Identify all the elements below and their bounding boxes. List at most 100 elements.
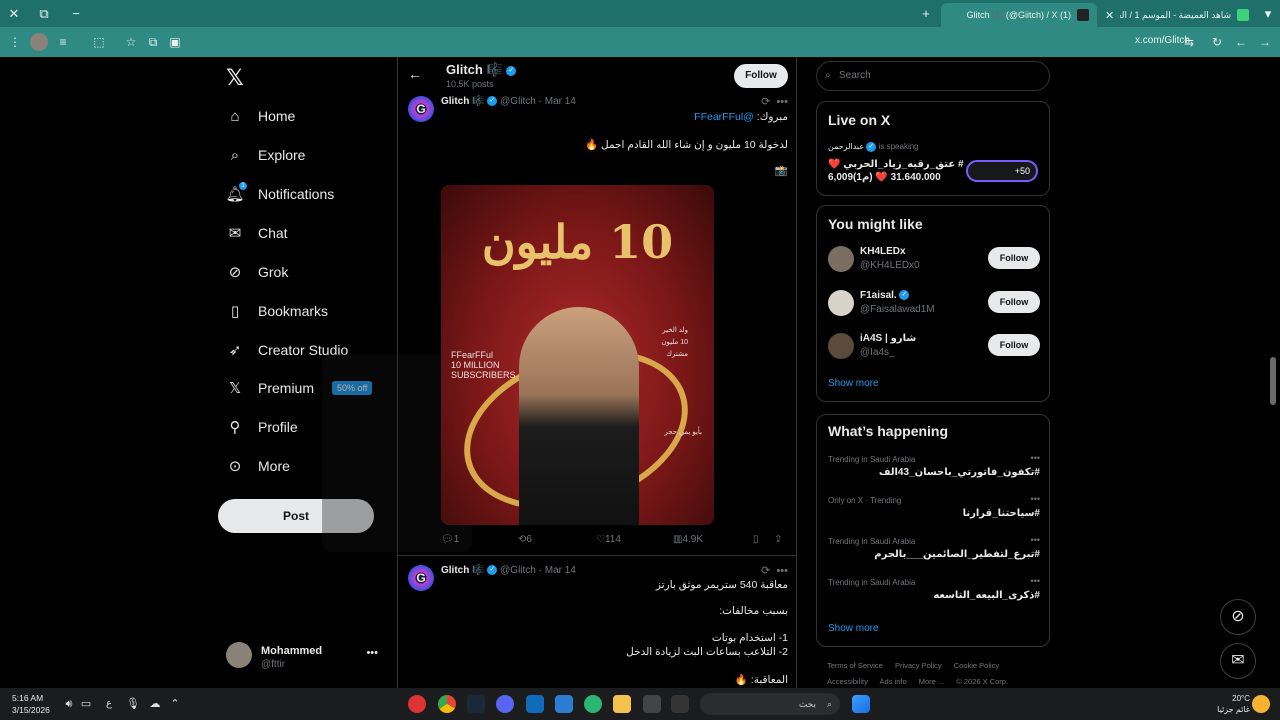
trend-item[interactable]: Only on X · Trending ••• #سياحتنا_قرارنا <box>828 494 1040 530</box>
network-icon[interactable]: ▭ <box>77 695 95 713</box>
more-options-icon[interactable]: ••• <box>1031 576 1040 586</box>
live-host[interactable]: is speaking ✓ عبدالرحمن <box>828 142 919 152</box>
tweet-author-name[interactable]: Glitch 🎼 <box>441 96 485 107</box>
close-tab-icon[interactable]: ✕ <box>1105 9 1114 22</box>
tweet[interactable]: G Glitch 🎼 ✓ @Glitch · Mar 14 ⟳ ••• مبرو… <box>398 94 796 556</box>
scrollbar[interactable] <box>1270 57 1276 688</box>
avatar[interactable]: G <box>408 565 434 591</box>
restore-window-icon[interactable]: ⧉ <box>34 4 54 24</box>
footer-link[interactable]: Cookie Policy <box>954 661 999 670</box>
avatar[interactable]: G <box>408 96 434 122</box>
grok-explain-icon[interactable]: ⟳ <box>761 96 770 108</box>
like-button[interactable]: ♡ 114 <box>596 534 621 545</box>
nav-more[interactable]: ⊙ More <box>226 451 290 481</box>
suggested-user[interactable]: KH4LEDx @KH4LEDx0 Follow <box>828 244 1040 274</box>
tweet-date[interactable]: Mar 14 <box>545 565 576 576</box>
volume-icon[interactable]: 🔊︎ <box>60 695 78 713</box>
follow-button[interactable]: Follow <box>734 64 788 88</box>
cloud-sync-icon[interactable]: ☁ <box>146 695 164 713</box>
windows-start-icon[interactable] <box>852 695 870 713</box>
footer-link[interactable]: Ads info <box>880 677 907 686</box>
favorite-star-icon[interactable]: ☆ <box>122 33 140 51</box>
extensions-icon[interactable]: ⬚ <box>90 33 108 51</box>
views-button[interactable]: ▥ 4.9K <box>673 534 703 545</box>
menu-icon[interactable]: ⋮ <box>6 33 24 51</box>
nav-home[interactable]: ⌂ Home <box>226 101 295 131</box>
more-options-icon[interactable]: ••• <box>776 565 788 577</box>
collections-icon[interactable]: ⧉ <box>144 33 162 51</box>
repost-button[interactable]: ⟲ 6 <box>518 534 532 545</box>
weather-widget[interactable]: 20°C غائم جزئيا <box>1217 693 1250 715</box>
forward-icon[interactable]: → <box>1256 33 1274 51</box>
tab-list-icon[interactable]: ▾ <box>1258 4 1278 24</box>
messages-fab-icon[interactable]: ✉ <box>1220 643 1256 679</box>
file-explorer-icon[interactable] <box>613 695 631 713</box>
split-screen-icon[interactable]: ▣ <box>166 33 184 51</box>
tweet-author-handle[interactable]: @Glitch <box>500 96 536 107</box>
store-icon[interactable] <box>555 695 573 713</box>
tab-glitch[interactable]: (1) Glitch 🎼 (@Giitch) / X <box>941 3 1097 27</box>
follow-button[interactable]: Follow <box>988 334 1040 356</box>
nav-chat[interactable]: ✉ Chat <box>226 218 288 248</box>
nav-grok[interactable]: ⊘ Grok <box>226 257 289 287</box>
more-options-icon[interactable]: ••• <box>366 647 378 659</box>
chrome-icon[interactable] <box>438 695 456 713</box>
suggested-user[interactable]: F1aisal. ✓ @Faisalawad1M Follow <box>828 288 1040 318</box>
nav-profile[interactable]: ⚲ Profile <box>226 412 298 442</box>
footer-link[interactable]: Accessibility <box>827 677 868 686</box>
profile-avatar-icon[interactable] <box>30 33 48 51</box>
app-icon[interactable] <box>408 695 426 713</box>
share-icon[interactable]: ⇪ <box>774 534 782 545</box>
back-arrow-icon[interactable]: ← <box>408 66 422 82</box>
tweet-date[interactable]: Mar 14 <box>545 96 576 107</box>
nav-notifications[interactable]: 🔔︎ 1 Notifications <box>225 179 334 209</box>
follow-button[interactable]: Follow <box>988 247 1040 269</box>
mention-link[interactable]: @FFearFFul <box>694 111 754 123</box>
tweet-media-image[interactable]: 10 مليون FFearFFul 10 MILLION SUBSCRIBER… <box>441 185 714 525</box>
trend-item[interactable]: Trending in Saudi Arabia ••• #تكفون_فاتو… <box>828 453 1040 489</box>
language-indicator[interactable]: ع <box>100 695 118 713</box>
tweet[interactable]: G Glitch 🎼 ✓ @Glitch · Mar 14 ⟳ ••• معاق… <box>398 563 796 688</box>
grok-fab-icon[interactable]: ⊘ <box>1220 599 1256 635</box>
x-logo-icon[interactable]: 𝕏 <box>226 65 244 91</box>
grok-explain-icon[interactable]: ⟳ <box>761 565 770 577</box>
terminal-icon[interactable] <box>671 695 689 713</box>
close-window-icon[interactable]: ✕ <box>4 4 24 24</box>
show-more-link[interactable]: Show more <box>828 623 879 634</box>
reply-button[interactable]: 💬︎ 1 <box>441 534 459 545</box>
nav-bookmarks[interactable]: ▯ Bookmarks <box>226 296 328 326</box>
footer-link[interactable]: Privacy Policy <box>895 661 942 670</box>
footer-link[interactable]: Terms of Service <box>827 661 883 670</box>
scrollbar-thumb[interactable] <box>1270 357 1276 405</box>
edge-icon[interactable] <box>584 695 602 713</box>
microphone-icon[interactable]: 🎙︎ <box>124 695 142 713</box>
clock[interactable]: 5:16 AM 3/15/2026 <box>12 692 50 716</box>
follow-button[interactable]: Follow <box>988 291 1040 313</box>
tab-shahid[interactable]: شاهد العميضة - الموسم 1 / الحلقة ✕ <box>1097 3 1257 27</box>
reload-icon[interactable]: ↻ <box>1208 33 1226 51</box>
space-title[interactable]: # عتق_رقبه_زياد_الحربي ❤️ 31.640.000 ❤️ … <box>828 158 968 184</box>
tweet-author-name[interactable]: Glitch 🎼 <box>441 565 485 576</box>
back-icon[interactable]: ← <box>1232 33 1250 51</box>
photos-icon[interactable] <box>643 695 661 713</box>
outlook-icon[interactable] <box>526 695 544 713</box>
trend-item[interactable]: Trending in Saudi Arabia ••• #ذكرى_البيع… <box>828 576 1040 612</box>
more-options-icon[interactable]: ••• <box>1031 453 1040 463</box>
search-input[interactable]: ⌕ Search <box>816 61 1050 91</box>
listeners-pill[interactable]: +50 <box>966 160 1038 182</box>
tweet-author-handle[interactable]: @Glitch <box>500 565 536 576</box>
bookmark-icon[interactable]: ▯ <box>753 534 759 545</box>
reading-list-icon[interactable]: ≡ <box>54 33 72 51</box>
tray-overflow-icon[interactable]: ⌃ <box>166 695 184 713</box>
minimize-window-icon[interactable]: − <box>66 4 86 24</box>
steam-icon[interactable] <box>467 695 485 713</box>
footer-link[interactable]: More ... <box>919 677 944 686</box>
new-tab-icon[interactable]: + <box>916 4 936 24</box>
nav-explore[interactable]: ⌕ Explore <box>226 140 306 170</box>
suggested-user[interactable]: iA4S | شارو @Ia4s_ Follow <box>828 331 1040 361</box>
account-switcher[interactable]: Mohammed @fttir ••• <box>226 642 386 672</box>
taskbar-search[interactable]: بحث ⌕ <box>700 693 840 715</box>
trend-item[interactable]: Trending in Saudi Arabia ••• #تبرع_لتفطي… <box>828 535 1040 571</box>
more-options-icon[interactable]: ••• <box>1031 494 1040 504</box>
site-settings-icon[interactable]: ⇆ <box>1180 33 1198 51</box>
